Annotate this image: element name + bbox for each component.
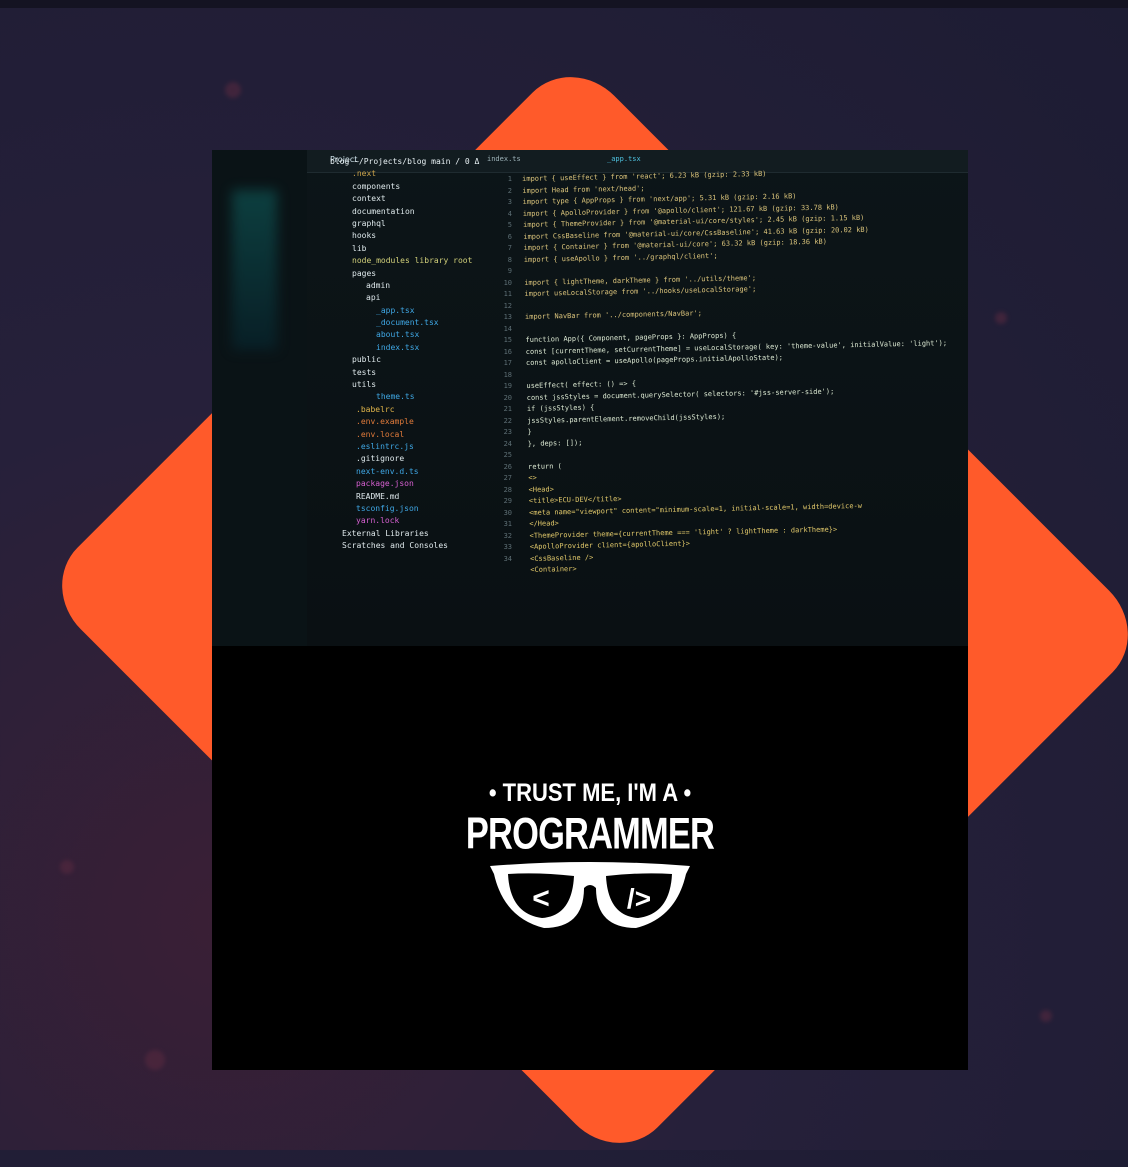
- top-bar: [0, 0, 1128, 8]
- line-number: 12: [503, 301, 512, 310]
- tree-item: .gitignore: [356, 454, 405, 464]
- ide-blur-glow: [232, 190, 277, 350]
- glasses-left-symbol: <: [532, 882, 550, 915]
- meme-top-line: • TRUST ME, I'M A •: [488, 778, 692, 807]
- tree-item: .eslintrc.js: [356, 441, 414, 451]
- tree-item: External Libraries: [342, 528, 429, 538]
- tree-item: package.json: [356, 479, 414, 489]
- tree-item: graphql: [352, 218, 386, 228]
- line-number: 10: [503, 278, 512, 287]
- line-number: 11: [503, 290, 512, 298]
- line-number: 3: [507, 198, 512, 206]
- tree-item: api: [366, 293, 381, 303]
- tree-item: node_modules library root: [352, 256, 473, 266]
- tree-item: .env.example: [356, 417, 414, 427]
- line-number: 1: [507, 175, 512, 183]
- line-number: 21: [503, 405, 512, 413]
- bg-speck: [225, 82, 241, 98]
- line-number: 28: [503, 485, 512, 494]
- tree-item: README.md: [356, 491, 400, 501]
- tree-item: yarn.lock: [356, 516, 400, 526]
- bg-speck: [1040, 1010, 1052, 1022]
- bg-speck: [60, 860, 74, 874]
- tree-item: theme.ts: [376, 392, 415, 402]
- line-number: 23: [503, 428, 512, 436]
- tree-item: .next: [352, 169, 377, 179]
- tree-item: about.tsx: [376, 330, 420, 340]
- tree-item: pages: [352, 268, 377, 278]
- line-number: 24: [503, 439, 512, 448]
- line-number: 5: [507, 221, 512, 229]
- line-number: 33: [503, 543, 512, 551]
- tree-item: index.tsx: [376, 342, 420, 352]
- line-number: 20: [503, 393, 512, 402]
- bg-speck: [145, 1050, 165, 1070]
- line-number: 25: [503, 451, 512, 459]
- line-number: 26: [503, 462, 512, 471]
- tree-item: context: [352, 194, 386, 204]
- tree-item: hooks: [352, 231, 377, 241]
- ide-tab-active: _app.tsx: [607, 155, 641, 163]
- line-number: 17: [503, 359, 512, 367]
- tree-item: Scratches and Consoles: [342, 541, 448, 551]
- line-number: 14: [503, 324, 512, 333]
- tree-item: utils: [352, 380, 377, 390]
- line-number: 18: [503, 370, 512, 379]
- meme-main-line: PROGRAMMER: [465, 808, 715, 859]
- tree-item: .babelrc: [356, 404, 395, 414]
- ide-screenshot: index.ts _app.tsx Project blog ~/Project…: [212, 150, 968, 646]
- line-number: 30: [503, 508, 512, 517]
- line-number: 27: [503, 474, 512, 482]
- line-number: 16: [503, 347, 512, 356]
- line-number: 19: [503, 382, 512, 390]
- tree-item: _document.tsx: [376, 318, 439, 328]
- project-tree: blog ~/Projects/blog main / 0 Δ .next comp…: [312, 156, 502, 553]
- line-number: 29: [503, 497, 512, 505]
- glasses-right-symbol: />: [627, 883, 651, 914]
- line-number: 34: [503, 554, 512, 563]
- line-number: 7: [507, 244, 512, 252]
- line-number: 31: [503, 520, 512, 528]
- glasses-icon: < />: [490, 862, 690, 928]
- tree-item: blog ~/Projects/blog main / 0 Δ: [330, 157, 480, 166]
- tree-item: tsconfig.json: [356, 503, 419, 513]
- tree-item: admin: [366, 280, 391, 290]
- line-number: 4: [507, 209, 512, 218]
- tree-item: _app.tsx: [376, 305, 415, 315]
- tree-item: next-env.d.ts: [356, 466, 419, 476]
- line-number: 32: [503, 531, 512, 540]
- line-number: 13: [503, 313, 512, 321]
- tree-item: documentation: [352, 206, 415, 216]
- line-number-gutter: 1 2 3 4 5 6 7 8 9 10 11 12 13 14 15 16 17 18 19 20 21 22 23 24 2…: [482, 174, 512, 565]
- line-number: 9: [507, 267, 512, 275]
- line-number: 22: [503, 416, 512, 425]
- tree-item: components: [352, 181, 401, 191]
- meme-panel: • TRUST ME, I'M A • PROGRAMMER < />: [212, 646, 968, 1070]
- bg-speck: [995, 312, 1007, 324]
- line-number: 15: [503, 336, 512, 344]
- line-number: 6: [507, 232, 512, 241]
- tree-item: .env.local: [356, 429, 405, 439]
- code-editor: import { useEffect } from 'react'; 6.23 …: [522, 164, 968, 576]
- tree-item: tests: [352, 367, 377, 377]
- tree-item: public: [352, 355, 381, 365]
- line-number: 2: [507, 186, 512, 195]
- image-card[interactable]: index.ts _app.tsx Project blog ~/Project…: [212, 150, 968, 1070]
- tree-item: lib: [352, 243, 367, 253]
- line-number: 8: [507, 255, 512, 264]
